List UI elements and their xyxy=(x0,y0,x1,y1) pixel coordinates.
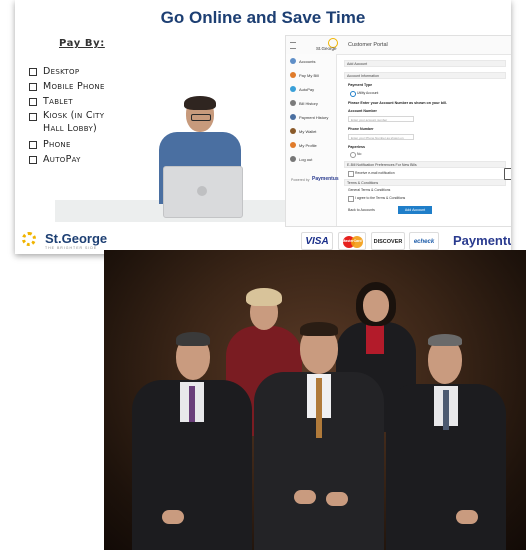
sidebar-item-autopay[interactable]: AutoPay xyxy=(286,84,336,96)
checkbox-icon xyxy=(29,83,37,91)
paymentus-logo: Paymentus xyxy=(453,233,511,248)
enter-number-note: Please Enter your Account Number as show… xyxy=(348,101,447,105)
glasses-icon xyxy=(191,114,211,121)
hair xyxy=(428,334,462,346)
portal-logo-text: St.George xyxy=(316,46,337,51)
discover-logo: DISCOVER xyxy=(371,232,405,250)
agree-terms-checkbox[interactable] xyxy=(348,196,354,202)
pay-method-item: AutoPay xyxy=(29,152,105,167)
pay-method-item: Desktop xyxy=(29,64,105,79)
sidebar-item-wallet[interactable]: My Wallet xyxy=(286,126,336,138)
brand-name: St.George xyxy=(45,231,108,246)
form-title-bar: Add Account xyxy=(344,60,506,67)
person-front-right xyxy=(386,334,506,550)
notification-preferences-bar: E-Bill Notification Preferences For New … xyxy=(344,161,506,168)
checkbox-icon xyxy=(29,98,37,106)
payment-history-icon xyxy=(290,114,296,120)
sidebar-item-profile[interactable]: My Profile xyxy=(286,140,336,152)
pay-method-item: Kiosk (in City Hall Lobby) xyxy=(29,109,105,135)
sidebar-item-pay-bill[interactable]: Pay My Bill xyxy=(286,70,336,82)
hair xyxy=(300,322,338,336)
checkbox-icon xyxy=(29,141,37,149)
person-front-left xyxy=(132,330,252,550)
logout-icon xyxy=(290,156,296,162)
pay-method-item: Phone xyxy=(29,137,105,152)
apple-logo-icon xyxy=(197,186,207,196)
pay-method-item: Mobile Phone xyxy=(29,79,105,94)
profile-icon xyxy=(290,142,296,148)
general-terms-link[interactable]: General Terms & Conditions xyxy=(348,188,390,192)
terms-bar: Terms & Conditions xyxy=(344,179,506,186)
visa-logo: VISA xyxy=(301,232,333,250)
sidebar-item-logout[interactable]: Log out xyxy=(286,154,336,166)
pay-by-heading: Pay By: xyxy=(59,38,105,49)
checkbox-icon xyxy=(29,156,37,164)
sidebar-item-bill-history[interactable]: Bill History xyxy=(286,98,336,110)
utility-account-option[interactable]: Utility Account xyxy=(357,91,378,95)
wallet-icon xyxy=(290,128,296,134)
hair xyxy=(176,332,210,346)
bill-history-icon xyxy=(290,100,296,106)
paperless-value: No xyxy=(357,152,362,156)
checkbox-icon xyxy=(29,113,37,121)
paymentus-small-logo: Paymentus xyxy=(312,176,339,182)
agree-terms-label: I agree to the Terms & Conditions xyxy=(355,196,406,200)
menu-icon[interactable] xyxy=(290,42,296,49)
brand-tagline: THE BRIGHTER SIDE xyxy=(45,246,98,250)
portal-sidebar: Accounts Pay My Bill AutoPay Bill Histor… xyxy=(286,54,339,226)
pay-methods-list: Desktop Mobile Phone Tablet Kiosk (in Ci… xyxy=(29,64,105,167)
radio-icon[interactable] xyxy=(350,152,356,158)
add-account-form: Add Account Account Information Payment … xyxy=(344,60,511,222)
accounts-icon xyxy=(290,58,296,64)
echeck-logo: echeck xyxy=(409,232,439,250)
sunburst-logo-icon xyxy=(22,232,36,246)
payment-type-label: Payment Type xyxy=(348,83,373,87)
sidebar-item-accounts[interactable]: Accounts xyxy=(286,56,336,68)
email-notification-label: Receive e-mail notification xyxy=(355,171,395,175)
mastercard-logo: MasterCard xyxy=(338,232,366,250)
portal-topbar: St.George Customer Portal xyxy=(286,36,511,55)
customer-portal-screenshot: St.George Customer Portal Accounts Pay M… xyxy=(285,35,511,227)
portal-header: Customer Portal xyxy=(348,42,388,48)
autopay-icon xyxy=(290,86,296,92)
account-number-label: Account Number xyxy=(348,109,377,113)
radio-selected-icon[interactable] xyxy=(350,91,356,97)
powered-by-label: Powered by xyxy=(291,178,310,182)
laptop xyxy=(163,166,243,218)
pay-method-item: Tablet xyxy=(29,94,105,109)
slide-title: Go Online and Save Time xyxy=(160,8,366,27)
paperless-label: Paperless xyxy=(348,145,365,149)
account-information-bar: Account Information xyxy=(344,72,506,79)
pay-bill-icon xyxy=(290,72,296,78)
hair xyxy=(246,288,282,306)
document-icon[interactable] xyxy=(504,168,511,180)
phone-number-input[interactable]: Enter your Phone Number as shown on xyxy=(348,134,414,140)
city-council-group-photo xyxy=(104,250,526,550)
checkbox-icon xyxy=(29,68,37,76)
back-to-accounts-link[interactable]: Back to Accounts xyxy=(348,208,375,212)
phone-number-label: Phone Number xyxy=(348,127,374,131)
add-account-button[interactable]: Add Account xyxy=(398,206,432,214)
account-number-input[interactable]: Enter your account number xyxy=(348,116,414,122)
person-front-middle xyxy=(254,320,384,550)
sidebar-item-payment-history[interactable]: Payment History xyxy=(286,112,336,124)
online-payment-promo-slide: Go Online and Save Time Pay By: Desktop … xyxy=(15,0,511,254)
email-notification-checkbox[interactable] xyxy=(348,171,354,177)
